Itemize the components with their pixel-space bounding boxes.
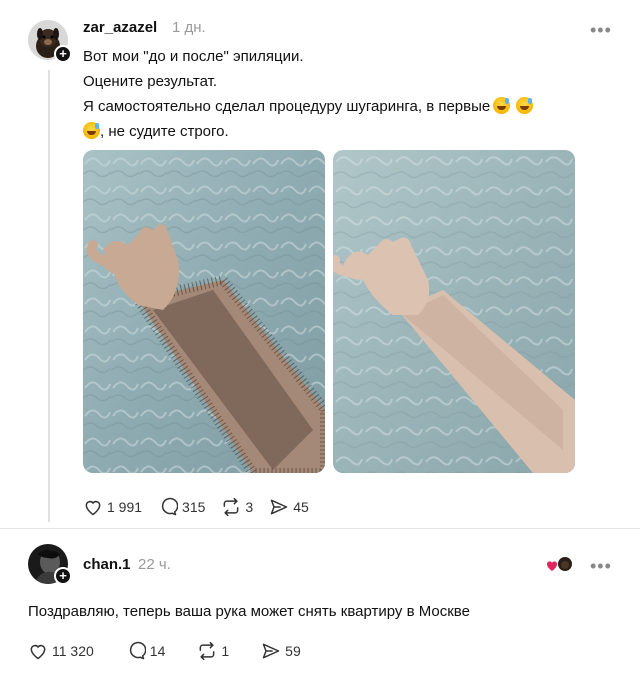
after-photo[interactable]	[333, 150, 575, 473]
post-username[interactable]: zar_azazel	[83, 19, 157, 36]
heart-icon	[30, 644, 46, 660]
share-button[interactable]: 59	[261, 641, 301, 661]
repost-icon	[199, 641, 215, 661]
repost-count: 3	[245, 499, 254, 515]
comment-button[interactable]: 14	[126, 641, 166, 661]
before-photo[interactable]	[83, 150, 325, 473]
post-time: 1 дн.	[172, 19, 206, 36]
heart-icon	[85, 500, 101, 516]
post-text: Вот мои "до и после" эпиляции. Оцените р…	[83, 44, 623, 144]
thread-line	[48, 70, 50, 522]
reply-actions: 11 320 14 1 59	[28, 641, 317, 661]
repost-button[interactable]: 1	[197, 641, 229, 661]
post-text-line: Я самостоятельно сделал процедуру шугари…	[83, 94, 623, 119]
send-icon	[262, 643, 280, 659]
author-liked-indicator	[546, 556, 574, 574]
reply-username[interactable]: chan.1	[83, 556, 131, 573]
send-icon	[270, 499, 288, 515]
comment-count: 14	[149, 643, 166, 659]
post-text-line: Оцените результат.	[83, 73, 218, 90]
thread-post: + zar_azazel 1 дн. ••• Вот мои "до и пос…	[0, 0, 640, 530]
laughing-sweat-emoji-icon	[516, 97, 534, 114]
post-text-line: , не судите строго.	[100, 123, 229, 140]
more-options-icon[interactable]: •••	[590, 20, 612, 41]
share-count: 59	[285, 643, 301, 659]
like-button[interactable]: 11 320	[28, 641, 94, 661]
reply-time: 22 ч.	[138, 556, 171, 573]
like-count: 1 991	[107, 499, 143, 515]
laughing-sweat-emoji-icon	[83, 122, 100, 139]
comment-count: 315	[182, 499, 206, 515]
follow-plus-icon[interactable]: +	[54, 45, 72, 63]
reply-text: Поздравляю, теперь ваша рука может снять…	[28, 603, 470, 620]
comment-icon	[129, 641, 146, 660]
laughing-sweat-emoji-icon	[493, 97, 511, 114]
repost-count: 1	[221, 643, 230, 659]
repost-button[interactable]: 3	[221, 497, 253, 517]
post-text-line: Я самостоятельно сделал процедуру шугари…	[83, 98, 491, 115]
post-text-line: , не судите строго.	[83, 119, 623, 144]
share-count: 45	[293, 499, 309, 515]
repost-icon	[223, 497, 239, 517]
post-text-line: Вот мои "до и после" эпиляции.	[83, 48, 304, 65]
like-count: 11 320	[52, 643, 94, 659]
like-button[interactable]: 1 991	[83, 497, 142, 517]
more-options-icon[interactable]: •••	[590, 556, 612, 577]
post-divider	[0, 528, 640, 529]
share-button[interactable]: 45	[269, 497, 309, 517]
follow-plus-icon[interactable]: +	[54, 567, 72, 585]
comment-icon	[161, 497, 179, 516]
comment-button[interactable]: 315	[158, 497, 205, 517]
post-actions: 1 991 315 3 45	[83, 497, 325, 517]
